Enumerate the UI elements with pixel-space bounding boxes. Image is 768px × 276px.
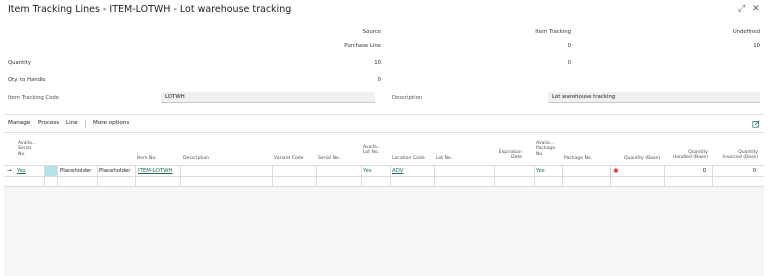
column-separator — [316, 165, 317, 187]
line-menu[interactable]: Line — [66, 120, 78, 126]
column-separator — [361, 165, 362, 187]
column-separator — [562, 165, 563, 187]
cell-qty-handled[interactable]: 0 — [668, 165, 706, 177]
col-header-lot-no[interactable]: Lot No. — [436, 156, 452, 161]
qty-to-handle-value: 0 — [377, 77, 381, 83]
source-undefined-value: 10 — [753, 43, 760, 49]
manage-menu[interactable]: Manage — [8, 120, 30, 126]
column-separator — [534, 165, 535, 187]
column-separator — [712, 165, 713, 187]
qty-to-handle-label: Qty. to Handle — [8, 77, 46, 83]
expand-icon[interactable]: ⤢ — [738, 4, 745, 14]
cell-avail-serial[interactable]: Yes — [17, 165, 26, 177]
column-separator — [390, 165, 391, 187]
col-header-item-no[interactable]: Item No. — [137, 156, 157, 161]
source-item-tracking-value: 0 — [567, 43, 571, 49]
column-separator — [180, 165, 181, 187]
cell-avail-package[interactable]: Yes — [536, 165, 545, 177]
grid-header: Availa... Serial No. Item No. Descriptio… — [4, 137, 764, 165]
table-row[interactable] — [4, 177, 764, 187]
action-divider — [85, 120, 86, 128]
more-options-menu[interactable]: More options — [93, 120, 129, 126]
header-item-tracking: Item Tracking — [535, 29, 571, 35]
header-undefined: Undefined — [732, 29, 760, 35]
col-header-package-no[interactable]: Package No. — [564, 156, 592, 161]
col-header-avail-lot[interactable]: Availa... Lot No. — [363, 145, 381, 156]
cell-placeholder-2[interactable]: Placeholder — [99, 165, 131, 177]
header-source: Source — [362, 29, 381, 35]
source-type-value: Purchase Line — [344, 43, 381, 49]
quantity-label: Quantity — [8, 60, 31, 66]
col-header-description[interactable]: Description — [183, 156, 209, 161]
column-separator — [44, 165, 45, 187]
description-label: Description — [392, 95, 423, 101]
quantity-source-value: 10 — [374, 60, 381, 66]
col-header-avail-serial[interactable]: Availa... Serial No. — [18, 141, 36, 157]
close-icon[interactable]: ✕ — [752, 4, 760, 14]
item-tracking-code-field[interactable]: LOTWH — [161, 92, 375, 103]
page-title: Item Tracking Lines - ITEM-LOTWH - Lot w… — [8, 4, 292, 15]
process-menu[interactable]: Process — [38, 120, 59, 126]
required-asterisk-icon: ✱ — [613, 167, 619, 175]
item-tracking-code-label: Item Tracking Code — [8, 95, 60, 101]
col-header-quantity-base[interactable]: Quantity (Base) — [616, 156, 660, 161]
col-header-location-code[interactable]: Location Code — [392, 156, 425, 161]
col-header-qty-invoiced[interactable]: Quantity Invoiced (Base) — [716, 150, 758, 161]
col-header-avail-package[interactable]: Availa... Package No. — [536, 141, 555, 157]
column-separator — [664, 165, 665, 187]
section-divider — [4, 114, 764, 115]
column-separator — [610, 165, 611, 187]
action-bar: Manage Process Line More options — [0, 118, 768, 130]
cell-item-no[interactable]: ITEM-LOTWH — [138, 165, 173, 177]
column-separator — [434, 165, 435, 187]
description-field[interactable]: Lot warehouse tracking — [548, 92, 760, 103]
col-header-serial-no[interactable]: Serial No. — [318, 156, 340, 161]
column-separator — [494, 165, 495, 187]
col-header-expiration-date[interactable]: Expiration Date — [496, 150, 522, 161]
col-header-variant-code[interactable]: Variant Code — [274, 156, 304, 161]
cell-selected[interactable] — [45, 166, 57, 176]
grid-top-divider — [4, 132, 764, 133]
cell-placeholder-1[interactable]: Placeholder — [60, 165, 92, 177]
column-separator — [57, 165, 58, 187]
edit-in-excel-icon[interactable] — [752, 120, 760, 128]
cell-qty-invoiced[interactable]: 0 — [716, 165, 756, 177]
column-separator — [272, 165, 273, 187]
cell-location-code[interactable]: ADV — [392, 165, 403, 177]
tracking-lines-grid: Availa... Serial No. Item No. Descriptio… — [4, 137, 764, 276]
table-row[interactable]: → Yes Placeholder Placeholder ITEM-LOTWH… — [4, 165, 764, 177]
row-current-arrow-icon: → — [7, 168, 12, 174]
cell-avail-lot[interactable]: Yes — [363, 165, 372, 177]
quantity-item-tracking-value: 0 — [567, 60, 571, 66]
col-header-qty-handled[interactable]: Quantity Handled (Base) — [668, 150, 708, 161]
column-separator — [97, 165, 98, 187]
column-separator — [135, 165, 136, 187]
